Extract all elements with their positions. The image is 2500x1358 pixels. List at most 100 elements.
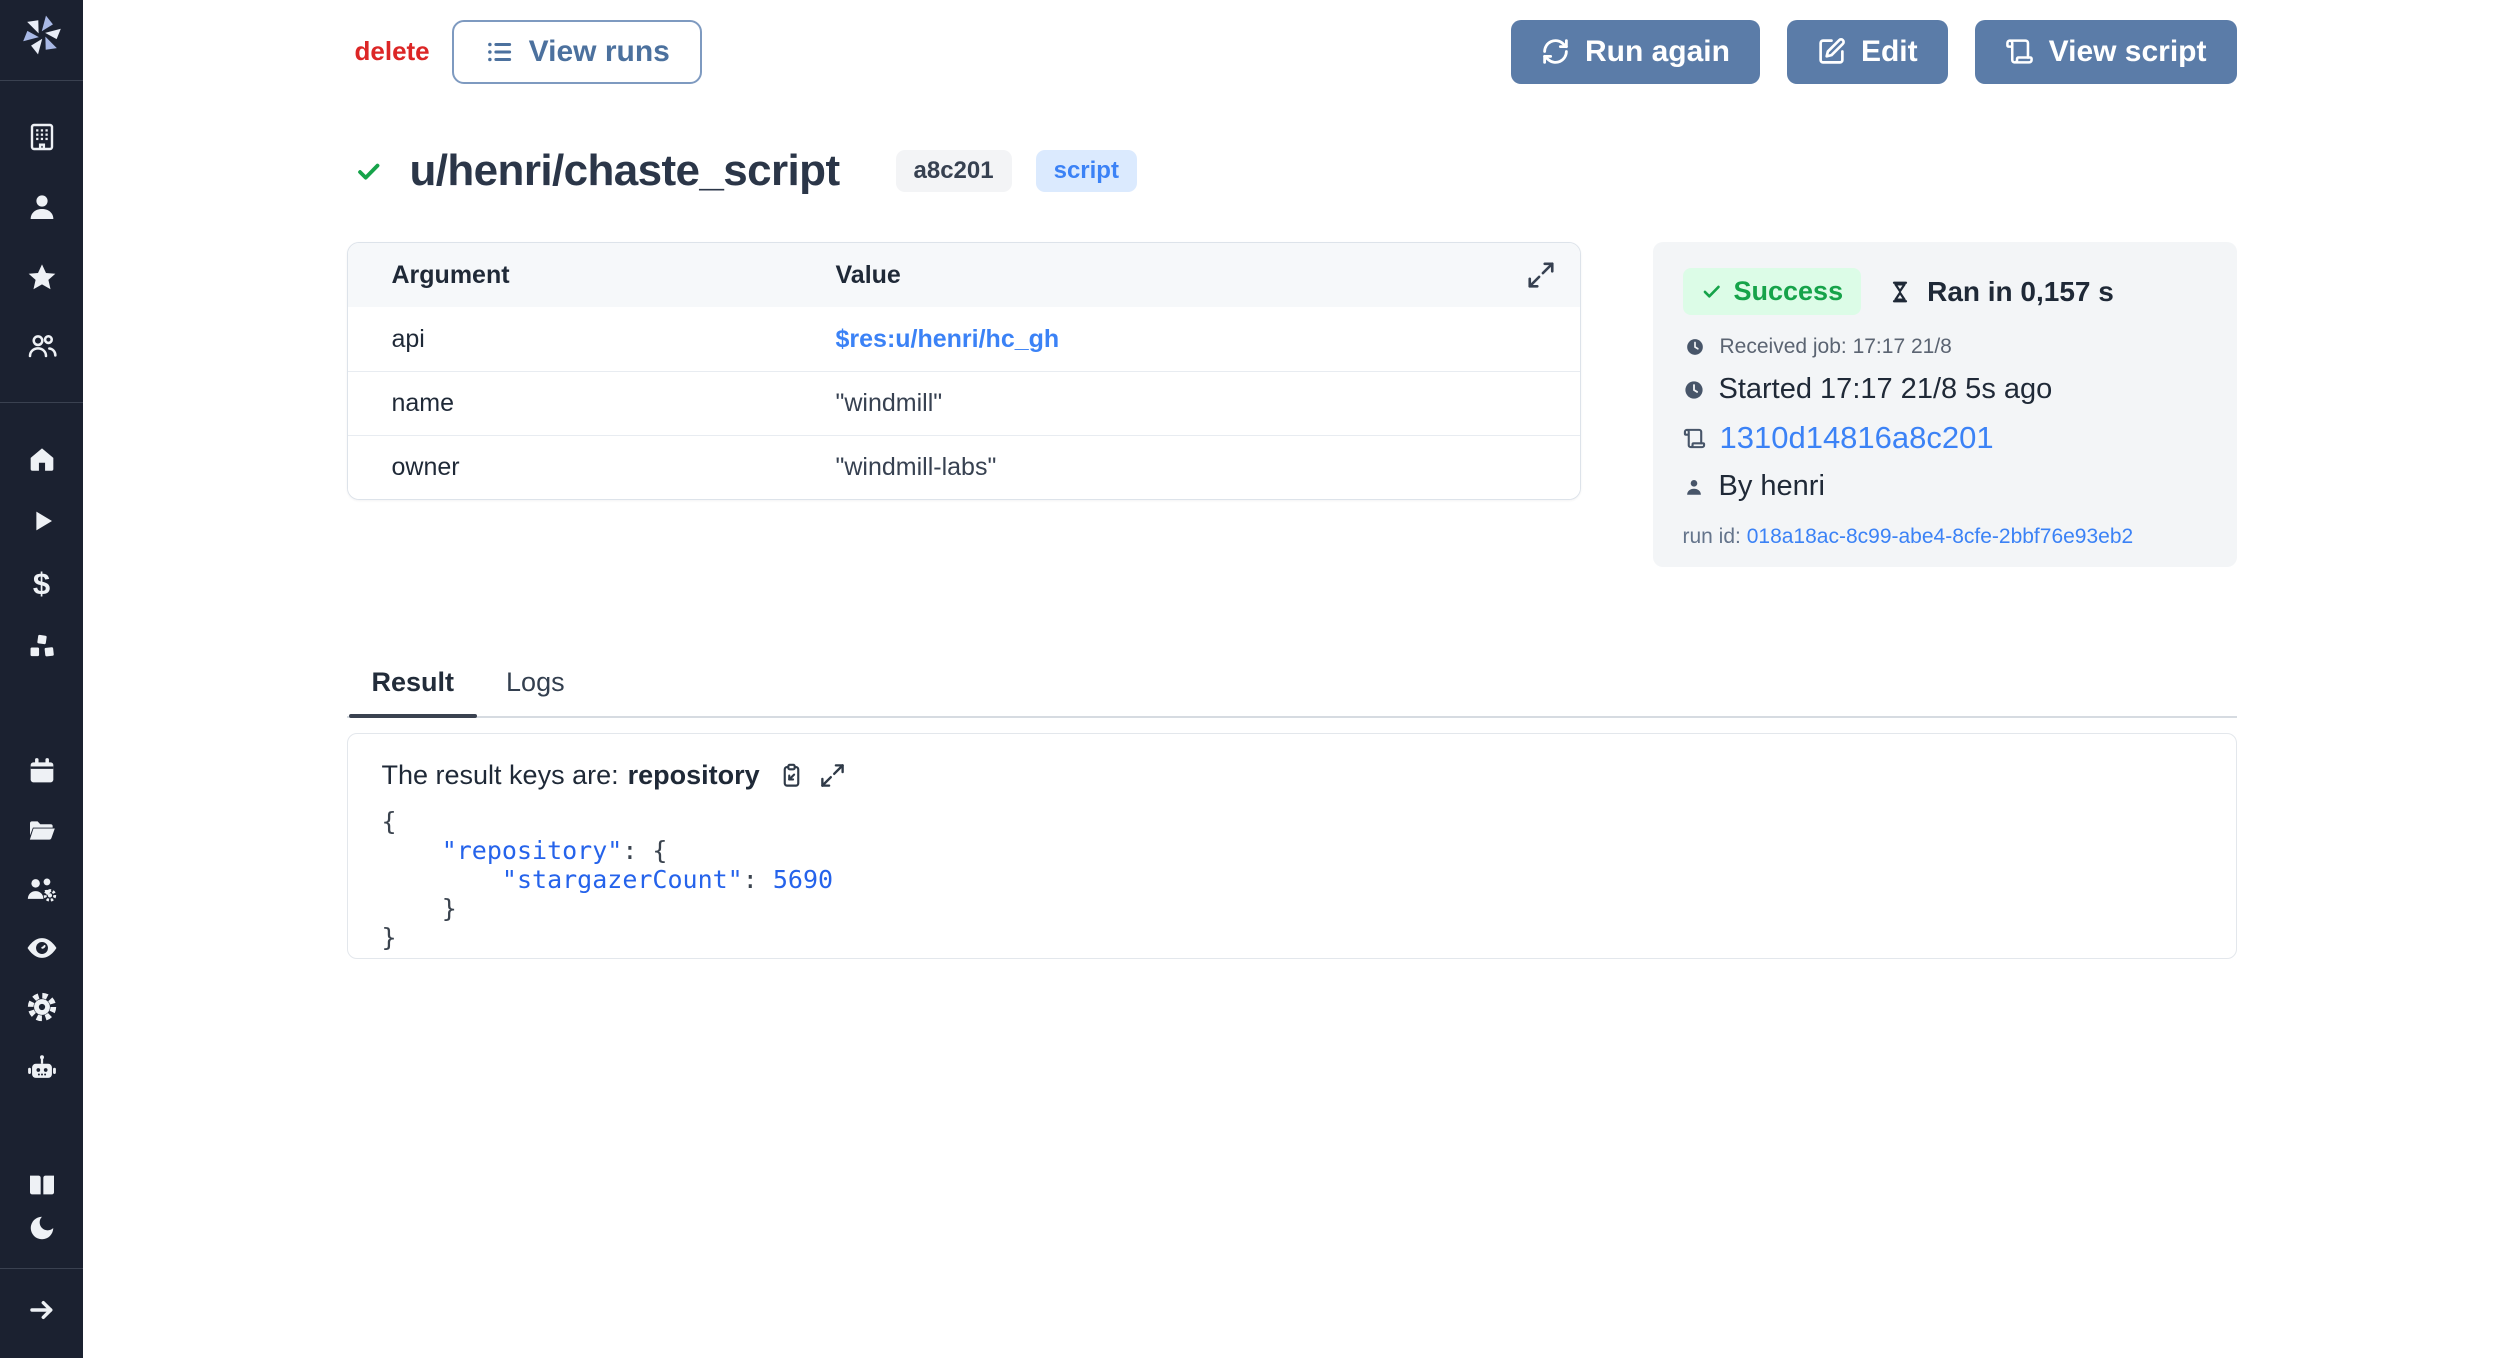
received-text: Received job: 17:17 21/8 xyxy=(1720,335,1952,359)
arg-value: "windmill" xyxy=(836,389,943,417)
sidebar-item-audit-logs[interactable] xyxy=(0,931,83,965)
refresh-icon xyxy=(1541,37,1570,66)
hash-badge: a8c201 xyxy=(896,150,1012,192)
sidebar-item-workers[interactable] xyxy=(0,1051,83,1085)
tab-logs[interactable]: Logs xyxy=(483,663,588,716)
clipboard-copy-icon[interactable] xyxy=(778,762,805,789)
dark-mode-moon-icon xyxy=(27,1213,57,1243)
sidebar-item-user[interactable] xyxy=(0,190,83,224)
duration: Ran in 0,157 s xyxy=(1887,276,2114,308)
expand-sidebar-arrow-icon xyxy=(26,1294,58,1326)
sidebar-item-schedules[interactable] xyxy=(0,754,83,788)
resources-cubes-icon xyxy=(26,631,58,663)
schedules-calendar-icon xyxy=(26,755,58,787)
view-runs-label: View runs xyxy=(529,35,670,69)
run-again-label: Run again xyxy=(1585,35,1730,69)
audit-logs-eye-icon xyxy=(25,931,59,965)
table-expand-icon[interactable] xyxy=(1526,260,1556,290)
page-title: u/henri/chaste_script xyxy=(410,146,840,196)
docs-book-icon xyxy=(26,1169,58,1201)
success-check-icon xyxy=(355,158,382,185)
user-icon xyxy=(26,191,58,223)
script-hash-scroll-icon xyxy=(1683,427,1706,450)
sidebar-item-home[interactable] xyxy=(0,442,83,476)
sidebar: $ xyxy=(0,0,83,1358)
arg-name: owner xyxy=(348,453,836,482)
job-hash-link[interactable]: 1310d14816a8c201 xyxy=(1720,420,1994,456)
edit-button[interactable]: Edit xyxy=(1787,20,1948,84)
runs-play-icon xyxy=(27,506,57,536)
run-id-label: run id: xyxy=(1683,525,1741,548)
action-bar: delete View runs xyxy=(347,19,2237,84)
received-line: Received job: 17:17 21/8 xyxy=(1683,335,2207,359)
sidebar-item-resources[interactable] xyxy=(0,630,83,664)
started-line: Started 17:17 21/8 5s ago xyxy=(1683,373,2207,406)
result-keys-prefix: The result keys are: xyxy=(382,760,619,791)
author-text: By henri xyxy=(1719,470,1825,503)
result-card: The result keys are: repository xyxy=(347,733,2237,959)
members-users-icon xyxy=(26,330,58,362)
sidebar-item-docs[interactable] xyxy=(0,1168,83,1202)
result-expand-icon[interactable] xyxy=(819,762,846,789)
sidebar-item-workspace[interactable] xyxy=(0,120,83,154)
sidebar-item-variables[interactable]: $ xyxy=(0,566,83,600)
hourglass-icon xyxy=(1887,279,1913,305)
sidebar-item-dark-mode[interactable] xyxy=(0,1211,83,1245)
scroll-icon xyxy=(2005,37,2034,66)
arg-name: api xyxy=(348,325,836,354)
check-icon xyxy=(1701,281,1722,302)
title-row: u/henri/chaste_script a8c201 script xyxy=(347,146,2237,196)
result-json: { "repository": { "stargazerCount": 5690… xyxy=(368,807,2216,952)
delete-button[interactable]: delete xyxy=(355,36,430,67)
column-argument: Argument xyxy=(348,261,836,290)
main-area: delete View runs xyxy=(83,0,2500,1358)
duration-text: Ran in 0,157 s xyxy=(1927,276,2114,308)
windmill-logo[interactable] xyxy=(0,12,83,58)
sidebar-item-folders[interactable] xyxy=(0,813,83,847)
job-hash-line: 1310d14816a8c201 xyxy=(1683,420,2207,456)
sidebar-item-expand[interactable] xyxy=(0,1293,83,1327)
table-row: name "windmill" xyxy=(348,371,1580,435)
result-tabs: Result Logs xyxy=(347,663,2237,718)
status-badge: Success xyxy=(1683,268,1862,315)
view-runs-button[interactable]: View runs xyxy=(452,20,702,84)
clock-icon xyxy=(1683,379,1705,401)
tab-result[interactable]: Result xyxy=(349,663,478,716)
run-id-link[interactable]: 018a18ac-8c99-abe4-8cfe-2bbf76e93eb2 xyxy=(1747,525,2133,548)
author-line: By henri xyxy=(1683,470,2207,503)
run-id-line: run id: 018a18ac-8c99-abe4-8cfe-2bbf76e9… xyxy=(1683,525,2207,549)
run-again-button[interactable]: Run again xyxy=(1511,20,1760,84)
favorites-star-icon xyxy=(26,261,58,293)
view-script-label: View script xyxy=(2049,35,2207,69)
arg-value: "windmill-labs" xyxy=(836,453,997,481)
view-script-button[interactable]: View script xyxy=(1975,20,2237,84)
result-key-name: repository xyxy=(628,760,760,791)
sidebar-item-runs[interactable] xyxy=(0,504,83,538)
variables-dollar-icon: $ xyxy=(33,568,50,599)
sidebar-item-favorites[interactable] xyxy=(0,260,83,294)
table-row: owner "windmill-labs" xyxy=(348,435,1580,499)
arguments-table: Argument Value api $res:u/henri/hc_gh na… xyxy=(347,242,1581,500)
arguments-table-header: Argument Value xyxy=(348,243,1580,307)
resource-link[interactable]: $res:u/henri/hc_gh xyxy=(836,325,1060,353)
sidebar-divider-bottom xyxy=(0,1268,83,1269)
sidebar-divider-top xyxy=(0,80,83,81)
folders-icon xyxy=(26,814,58,846)
settings-gear-icon xyxy=(25,990,59,1024)
column-value: Value xyxy=(836,261,1580,290)
sidebar-item-settings[interactable] xyxy=(0,990,83,1024)
sidebar-item-groups[interactable] xyxy=(0,872,83,906)
home-icon xyxy=(26,443,58,475)
sidebar-divider-mid xyxy=(0,402,83,403)
person-icon xyxy=(1683,476,1705,498)
sidebar-item-members[interactable] xyxy=(0,329,83,363)
status-panel: Success Ran in 0,157 s Received job: xyxy=(1653,242,2237,567)
table-row: api $res:u/henri/hc_gh xyxy=(348,307,1580,371)
started-text: Started 17:17 21/8 5s ago xyxy=(1719,373,2053,406)
workers-robot-icon xyxy=(25,1051,59,1085)
kind-badge: script xyxy=(1036,150,1137,192)
windmill-logo-icon xyxy=(19,12,65,58)
list-icon xyxy=(484,37,514,67)
status-label: Success xyxy=(1734,276,1844,307)
edit-pencil-icon xyxy=(1817,37,1846,66)
